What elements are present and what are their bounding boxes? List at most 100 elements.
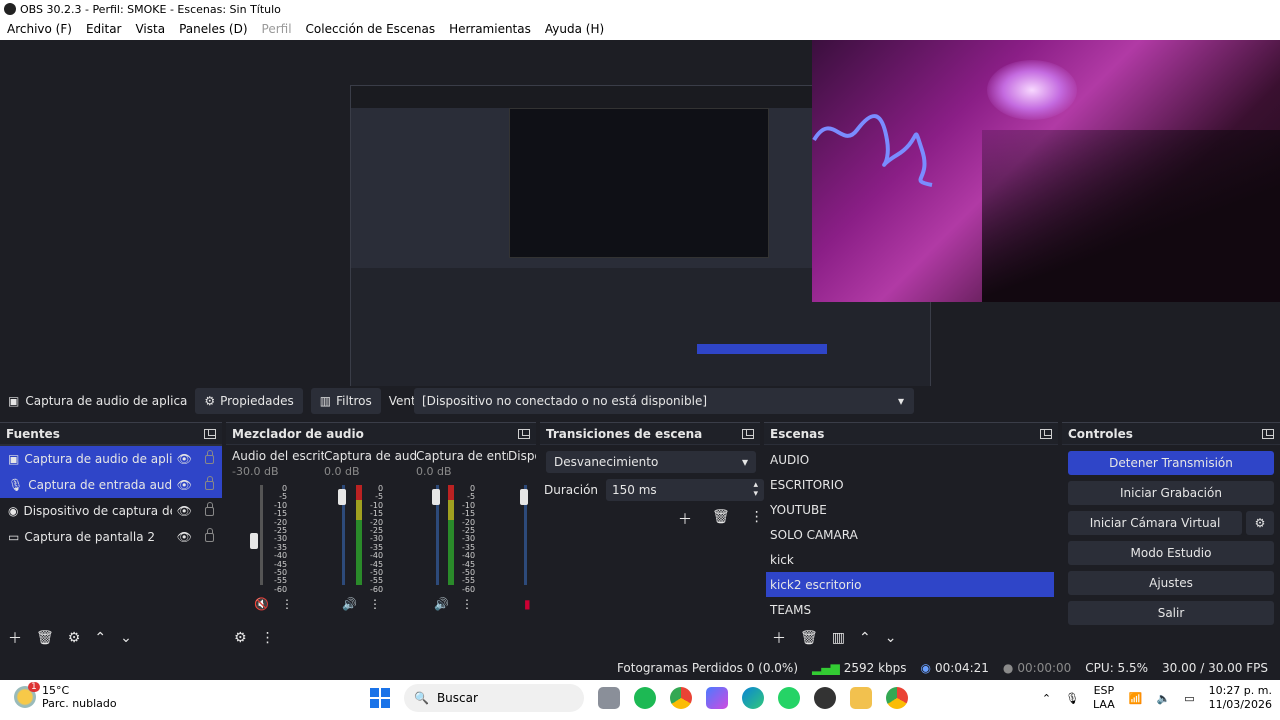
scene-item[interactable]: kick [764,547,1058,572]
arrow-up-icon[interactable]: ⌃ [94,630,106,646]
kebab-menu-icon[interactable]: ⋮ [461,597,473,611]
kebab-menu-icon[interactable]: ⋮ [750,509,764,529]
undock-icon[interactable] [742,428,754,439]
weather-widget[interactable]: 1 15°C Parc. nublado [14,682,117,710]
gear-icon[interactable]: ⚙ [68,630,81,646]
properties-button[interactable]: ⚙ Propiedades [195,388,303,414]
spin-arrows-icon[interactable]: ▴ ▾ [753,481,758,499]
chevron-up-icon[interactable]: ⌃ [1042,692,1051,705]
source-item[interactable]: ▣ Captura de audio de aplicació 👁 [0,446,222,472]
kebab-menu-icon[interactable]: ⋮ [261,630,275,646]
rec-time: ● 00:00:00 [1003,661,1071,675]
menu-vista[interactable]: Vista [128,22,172,36]
duration-spinbox[interactable]: 150 ms ▴ ▾ [606,479,765,501]
scene-item[interactable]: YOUTUBE [764,497,1058,522]
sources-dock: Fuentes ▣ Captura de audio de aplicació … [0,422,222,652]
camera-source-image[interactable] [812,40,1280,302]
arrow-down-icon[interactable]: ⌄ [885,630,897,646]
start-recording-button[interactable]: Iniciar Grabación [1068,481,1274,505]
add-icon[interactable]: ＋ [772,628,786,648]
chrome-icon[interactable] [670,687,692,709]
selected-source: ▣ Captura de audio de aplica [0,394,195,408]
edge-icon[interactable] [742,687,764,709]
settings-button[interactable]: Ajustes [1068,571,1274,595]
taskbar-apps: 🔍 Buscar [370,684,908,712]
notification-badge: 1 [28,682,40,692]
muted-speaker-icon[interactable]: 🔇 [254,597,269,611]
window-select[interactable]: [Dispositivo no conectado o no está disp… [414,388,914,414]
scene-item[interactable]: ESCRITORIO [764,472,1058,497]
eye-icon[interactable]: 👁 [177,504,192,518]
source-label: Captura de entrada audio 3 [28,478,172,492]
taskbar-search[interactable]: 🔍 Buscar [404,684,584,712]
lock-icon[interactable] [205,501,214,516]
windows-start-icon[interactable] [370,688,390,708]
studio-mode-button[interactable]: Modo Estudio [1068,541,1274,565]
speaker-icon[interactable]: 🔊 [434,597,449,611]
source-item[interactable]: ▭ Captura de pantalla 2 👁 [0,524,222,550]
clock[interactable]: 10:27 p. m. 11/03/2026 [1209,684,1272,712]
virtual-camera-button[interactable]: Iniciar Cámara Virtual [1068,511,1242,535]
undock-icon[interactable] [518,428,530,439]
source-item[interactable]: ◉ Dispositivo de captura de vide 👁 [0,498,222,524]
volume-fader[interactable] [432,489,440,505]
volume-fader[interactable] [520,489,528,505]
scene-item[interactable]: AUDIO [764,447,1058,472]
scene-item[interactable]: TEAMS [764,597,1058,622]
volume-fader[interactable] [338,489,346,505]
file-explorer-icon[interactable] [850,687,872,709]
trash-icon[interactable]: 🗑 [712,509,730,529]
controls-body: Detener Transmisión Iniciar Grabación In… [1062,445,1280,652]
filter-icon[interactable]: ▥ [832,630,845,646]
stop-stream-button[interactable]: Detener Transmisión [1068,451,1274,475]
menu-coleccion-escenas[interactable]: Colección de Escenas [299,22,443,36]
lock-icon[interactable] [205,527,214,542]
lang-layout: LAA [1093,698,1115,711]
trash-icon[interactable]: 🗑 [36,630,54,646]
chrome-profile-icon[interactable] [886,687,908,709]
menu-paneles[interactable]: Paneles (D) [172,22,254,36]
trash-icon[interactable]: 🗑 [800,630,818,646]
eye-icon[interactable]: 👁 [177,452,192,466]
arrow-up-icon[interactable]: ⌃ [859,630,871,646]
preview-area[interactable] [0,40,1280,412]
menu-editar[interactable]: Editar [79,22,129,36]
obs-icon[interactable] [814,687,836,709]
undock-icon[interactable] [1040,428,1052,439]
volume-fader[interactable] [250,533,258,549]
gear-icon[interactable]: ⚙ [234,630,247,646]
language-indicator[interactable]: ESP LAA [1093,684,1115,712]
add-icon[interactable]: ＋ [678,509,692,529]
gear-icon[interactable]: ⚙ [1246,511,1274,535]
eye-icon[interactable]: 👁 [177,530,192,544]
kebab-menu-icon[interactable]: ⋮ [281,597,293,611]
arrow-down-icon[interactable]: ⌄ [120,630,132,646]
undock-icon[interactable] [1262,428,1274,439]
lock-icon[interactable] [205,449,214,464]
microphone-icon[interactable]: 🎙 [1065,692,1079,705]
menu-herramientas[interactable]: Herramientas [442,22,538,36]
copilot-icon[interactable] [706,687,728,709]
filters-button[interactable]: ▥ Filtros [310,388,381,414]
menu-ayuda[interactable]: Ayuda (H) [538,22,611,36]
lock-icon[interactable] [205,475,214,490]
volume-icon[interactable]: 🔈 [1156,692,1170,705]
exit-button[interactable]: Salir [1068,601,1274,625]
undock-icon[interactable] [204,428,216,439]
scene-item[interactable]: SOLO CAMARA [764,522,1058,547]
source-item[interactable]: 🎙 Captura de entrada audio 3 👁 [0,472,222,498]
scene-item[interactable]: kick2 escritorio [766,572,1054,597]
whatsapp-icon[interactable] [778,687,800,709]
battery-icon[interactable]: ▭ [1184,692,1194,705]
eye-icon[interactable]: 👁 [177,478,192,492]
menu-archivo[interactable]: Archivo (F) [0,22,79,36]
speaker-icon[interactable]: 🔊 [342,597,357,611]
task-view-icon[interactable] [598,687,620,709]
spotify-icon[interactable] [634,687,656,709]
muted-speaker-icon[interactable]: ▮ [524,597,531,611]
add-icon[interactable]: ＋ [8,628,22,648]
wifi-icon[interactable]: 📶 [1129,692,1143,705]
kebab-menu-icon[interactable]: ⋮ [369,597,381,611]
transition-select[interactable]: Desvanecimiento ▾ [546,451,756,473]
status-bar: Fotogramas Perdidos 0 (0.0%) ▂▄▆ 2592 kb… [0,656,1280,680]
